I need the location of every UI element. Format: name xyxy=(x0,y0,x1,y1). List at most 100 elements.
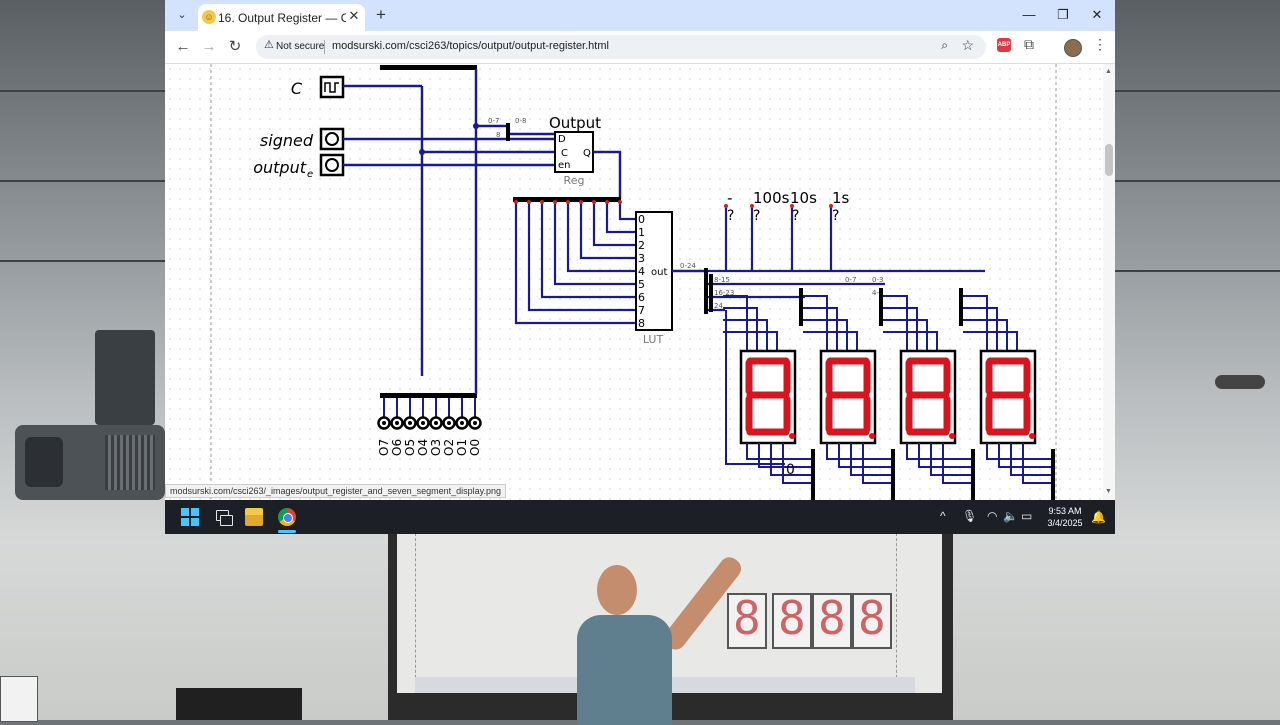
tab-title: 16. Output Register — CSCI 263 xyxy=(218,11,346,25)
scroll-down-icon[interactable]: ▼ xyxy=(1105,488,1112,495)
segment-output-wire xyxy=(986,443,1053,460)
splitter-tap xyxy=(592,200,596,204)
output-pin-center xyxy=(382,421,386,425)
speaker-muted-icon[interactable]: 🔈 xyxy=(1003,509,1018,523)
output-pin-center xyxy=(395,421,399,425)
projector-vent xyxy=(105,435,155,490)
tab-strip: ⌄ ☺ 16. Output Register — CSCI 263 ✕ + —… xyxy=(165,0,1115,31)
decimal-point xyxy=(949,433,955,439)
reload-icon[interactable]: ↻ xyxy=(225,37,245,57)
segment-bottom-splitter xyxy=(971,449,975,500)
segment-input-wire xyxy=(723,331,778,351)
segment-bottom-splitter xyxy=(1051,449,1055,500)
lut-fan-wires xyxy=(514,200,636,325)
scrollbar-thumb[interactable] xyxy=(1105,144,1113,176)
tab-search-button[interactable]: ⌄ xyxy=(171,5,193,25)
digit-header-ones: 1s xyxy=(832,189,850,207)
output-pin-label: O5 xyxy=(403,439,417,456)
output-pin-center xyxy=(408,421,412,425)
clock-time: 9:53 AM xyxy=(1048,506,1082,516)
output-pin-label: O2 xyxy=(442,439,456,456)
close-window-button[interactable]: ✕ xyxy=(1080,0,1114,31)
lut-fan-wire xyxy=(592,202,636,247)
extensions-puzzle-icon[interactable]: ⧉ xyxy=(1024,36,1034,53)
presenter-body xyxy=(577,615,672,725)
projector-lens xyxy=(25,437,63,487)
browser-menu-icon[interactable]: ⋮ xyxy=(1093,36,1107,53)
page-content: C signed output e 0-7 0-8 8 Output D C e… xyxy=(165,64,1103,500)
lut-input-label: 5 xyxy=(638,278,645,291)
segment-input-wire xyxy=(883,331,938,351)
chrome-icon[interactable] xyxy=(278,508,296,526)
segment-input-wire xyxy=(883,307,918,351)
file-explorer-icon[interactable] xyxy=(245,508,263,526)
output-pin-label: O3 xyxy=(429,439,443,456)
register-pin-c: C xyxy=(561,148,568,159)
task-view-icon[interactable] xyxy=(214,508,233,526)
digit-header-sign: - xyxy=(727,189,732,207)
output-pins: O7 O6 O5 O4 O3 O2 O1 O0 xyxy=(377,398,482,456)
scroll-up-icon[interactable]: ▲ xyxy=(1105,68,1112,75)
security-label[interactable]: Not secure xyxy=(276,41,324,52)
minimize-button[interactable]: — xyxy=(1012,0,1046,31)
segment-output-wire xyxy=(1022,443,1053,484)
address-bar[interactable]: ⚠ Not secure modsurski.com/csci263/topic… xyxy=(256,35,986,59)
lut-input-label: 0 xyxy=(638,213,645,226)
segment-splitter xyxy=(799,288,803,326)
probe-tap xyxy=(790,204,794,208)
profile-avatar[interactable] xyxy=(1064,39,1082,57)
segment-output-wire xyxy=(862,443,893,484)
clock-input-label: C xyxy=(291,79,303,98)
tab-close-icon[interactable]: ✕ xyxy=(346,8,362,24)
new-tab-button[interactable]: + xyxy=(370,5,392,25)
tray-chevron-icon[interactable]: ^ xyxy=(940,509,946,523)
taskbar-clock[interactable]: 9:53 AM 3/4/2025 xyxy=(1043,505,1087,529)
lut-input-label: 6 xyxy=(638,291,645,304)
url-text[interactable]: modsurski.com/csci263/topics/output/outp… xyxy=(332,40,609,52)
register-pin-d: D xyxy=(558,134,566,145)
active-tab[interactable]: ☺ 16. Output Register — CSCI 263 ✕ xyxy=(198,4,365,31)
probe-hundreds: ? xyxy=(753,208,760,224)
output-enable-subscript: e xyxy=(307,169,313,180)
restore-button[interactable]: ❐ xyxy=(1046,0,1080,31)
lut-input-label: 8 xyxy=(638,317,645,330)
splitter-label: 0-7 xyxy=(488,117,499,125)
probe-tap xyxy=(750,204,754,208)
site-favicon-icon: ☺ xyxy=(202,10,216,24)
splitter-tap xyxy=(514,200,518,204)
wifi-icon[interactable]: ◠ xyxy=(987,509,997,523)
segment-input-wire xyxy=(883,295,908,351)
splitter-tap xyxy=(553,200,557,204)
output-pin-label: O1 xyxy=(455,439,469,456)
output-enable-label: output xyxy=(253,158,307,177)
adblock-extension-icon[interactable]: ABP xyxy=(997,38,1011,52)
segment-input-wire xyxy=(803,307,838,351)
microphone-icon[interactable]: 🎙 xyxy=(962,509,977,523)
bookmark-star-icon[interactable]: ☆ xyxy=(961,37,974,54)
register-pin-q: Q xyxy=(583,148,591,159)
notification-bell-icon[interactable]: 🔔 xyxy=(1091,510,1106,524)
segment-output-wire xyxy=(826,443,893,460)
output-pin-label: O4 xyxy=(416,439,430,456)
page-scrollbar[interactable]: ▲ ▼ xyxy=(1103,64,1115,500)
zoom-icon[interactable]: ⌕ xyxy=(941,38,948,53)
battery-icon[interactable]: ▭ xyxy=(1021,509,1032,523)
lut-output-label: out xyxy=(651,267,667,278)
segment-input-wire xyxy=(803,319,848,351)
segment-input-wire xyxy=(723,307,758,351)
wire-junction xyxy=(419,149,425,155)
ceiling-beam xyxy=(1115,180,1280,182)
segment-input-wire xyxy=(803,331,858,351)
projected-seven-segment xyxy=(812,591,852,649)
forward-arrow-icon[interactable]: → xyxy=(199,37,219,57)
warning-triangle-icon[interactable]: ⚠ xyxy=(264,38,274,51)
segment-bottom-splitter xyxy=(811,449,815,500)
lut-input-label: 7 xyxy=(638,304,645,317)
lut-fan-wire xyxy=(566,202,636,273)
register-name: Reg xyxy=(564,174,585,187)
segment-input-wire xyxy=(883,319,928,351)
back-arrow-icon[interactable]: ← xyxy=(173,37,193,57)
windows-start-icon[interactable] xyxy=(181,508,199,526)
segment-output-wire xyxy=(746,443,813,460)
segment-splitter xyxy=(879,288,883,326)
